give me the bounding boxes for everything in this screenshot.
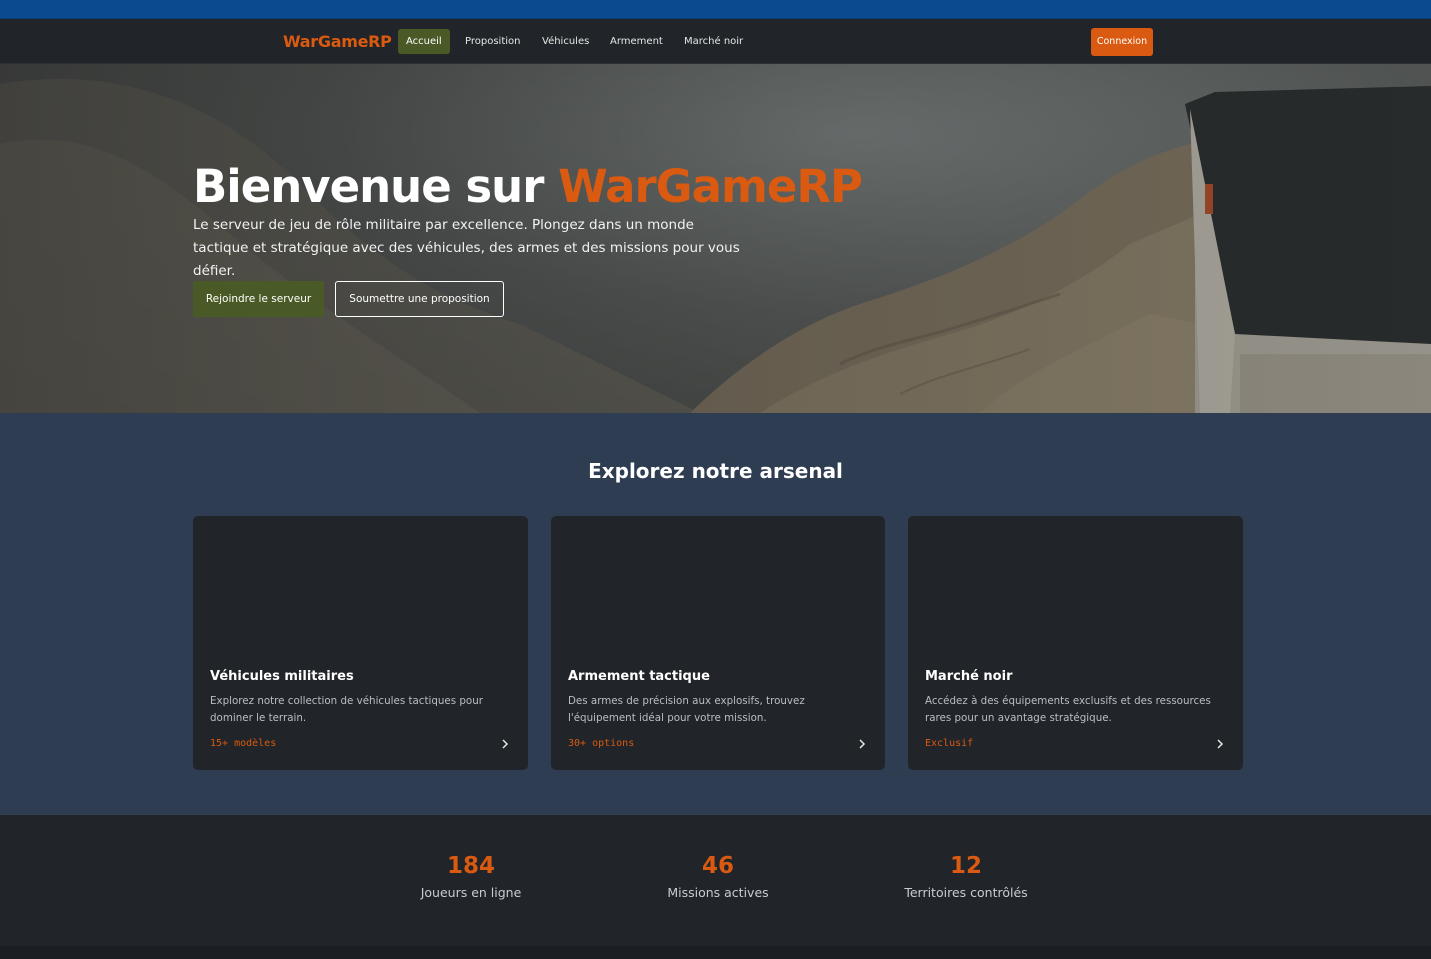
nav-item-accueil[interactable]: Accueil (398, 29, 450, 54)
footer-strip (0, 946, 1431, 959)
join-server-button[interactable]: Rejoindre le serveur (193, 281, 324, 317)
stat-players: 184 Joueurs en ligne (371, 853, 571, 900)
stat-label: Missions actives (667, 885, 769, 900)
arsenal-section: Explorez notre arsenal Véhicules militai… (0, 413, 1431, 815)
nav-item-proposition[interactable]: Proposition (457, 29, 528, 54)
stat-value: 46 (701, 853, 734, 879)
hero-title-prefix: Bienvenue sur (193, 160, 544, 213)
card-description: Explorez notre collection de véhicules t… (210, 695, 483, 724)
card-armement[interactable]: Armement tactique Des armes de précision… (551, 516, 885, 770)
login-button[interactable]: Connexion (1091, 28, 1153, 56)
hero-subtitle: Le serveur de jeu de rôle militaire par … (193, 217, 740, 279)
chevron-right-icon[interactable] (1215, 738, 1225, 750)
nav-item-marche-noir[interactable]: Marché noir (676, 29, 751, 54)
stats-section: 184 Joueurs en ligne 46 Missions actives… (0, 815, 1431, 946)
browser-top-bar (0, 0, 1431, 19)
stat-missions: 46 Missions actives (618, 853, 818, 900)
nav-item-armement[interactable]: Armement (602, 29, 671, 54)
stat-territories: 12 Territoires contrôlés (866, 853, 1066, 900)
card-description: Des armes de précision aux explosifs, tr… (568, 695, 805, 724)
arsenal-title: Explorez notre arsenal (588, 459, 843, 483)
navbar: WarGameRP Accueil Proposition Véhicules … (0, 19, 1431, 64)
submit-proposal-button[interactable]: Soumettre une proposition (335, 281, 504, 317)
stat-label: Territoires contrôlés (904, 885, 1028, 900)
card-title: Armement tactique (568, 669, 710, 684)
hero-title-accent: WarGameRP (558, 160, 863, 213)
card-tag: Exclusif (925, 738, 974, 749)
card-title: Marché noir (925, 669, 1013, 684)
brand-logo[interactable]: WarGameRP (283, 32, 392, 51)
card-vehicules[interactable]: Véhicules militaires Explorez notre coll… (193, 516, 528, 770)
stat-value: 12 (949, 853, 982, 879)
card-description: Accédez à des équipements exclusifs et d… (925, 695, 1211, 724)
card-title: Véhicules militaires (210, 669, 354, 684)
card-tag: 15+ modèles (210, 738, 277, 749)
card-marche-noir[interactable]: Marché noir Accédez à des équipements ex… (908, 516, 1243, 770)
stat-label: Joueurs en ligne (420, 885, 522, 900)
nav-item-vehicules[interactable]: Véhicules (534, 29, 597, 54)
chevron-right-icon[interactable] (857, 738, 867, 750)
chevron-right-icon[interactable] (500, 738, 510, 750)
hero-title: Bienvenue sur WarGameRP (193, 160, 863, 213)
hero-section: Bienvenue sur WarGameRP Le serveur de je… (0, 64, 1431, 413)
stat-value: 184 (446, 853, 495, 879)
card-tag: 30+ options (568, 738, 635, 749)
